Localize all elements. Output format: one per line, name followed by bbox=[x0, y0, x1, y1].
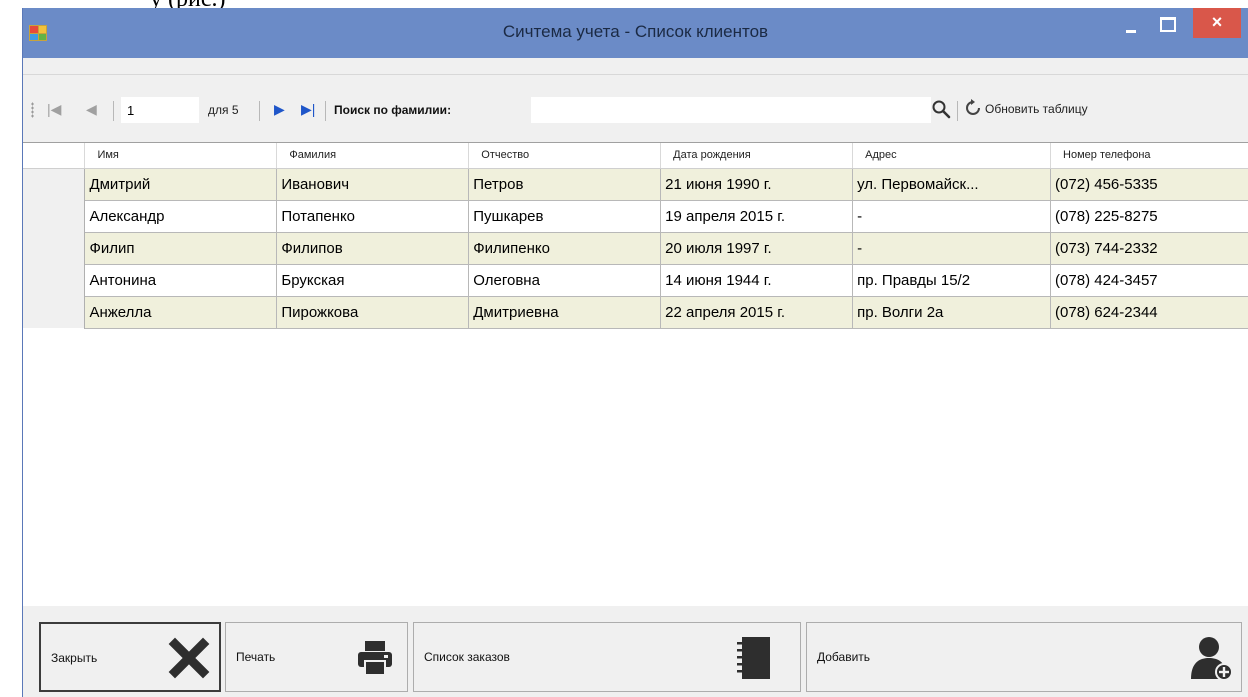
move-next-icon[interactable]: ▶ bbox=[274, 99, 285, 119]
table-cell[interactable]: - bbox=[852, 199, 1052, 233]
add-button[interactable]: Добавить bbox=[806, 622, 1242, 692]
close-button[interactable]: Закрыть bbox=[39, 622, 221, 692]
move-last-icon[interactable]: ▶| bbox=[301, 99, 315, 119]
table-cell[interactable]: (073) 744-2332 bbox=[1050, 231, 1248, 265]
close-x-icon bbox=[168, 637, 210, 679]
table-cell[interactable]: Антонина bbox=[84, 263, 278, 297]
toolbar-grip[interactable] bbox=[31, 102, 34, 118]
table-cell[interactable]: Александр bbox=[84, 199, 278, 233]
table-row[interactable]: Анжелла Пирожкова Дмитриевна 22 апреля 2… bbox=[23, 295, 1248, 329]
separator bbox=[113, 101, 114, 121]
table-cell[interactable]: Дмитриевна bbox=[468, 295, 662, 329]
table-cell[interactable]: Филипов bbox=[276, 231, 470, 265]
clients-table: Имя Фамилия Отчество Дата рождения Адрес… bbox=[23, 143, 1248, 329]
header-row: Имя Фамилия Отчество Дата рождения Адрес… bbox=[23, 143, 1248, 169]
separator bbox=[259, 101, 260, 121]
table-cell[interactable]: Дмитрий bbox=[84, 167, 278, 201]
table-cell[interactable]: 20 июля 1997 г. bbox=[660, 231, 854, 265]
position-input[interactable] bbox=[121, 97, 199, 123]
close-window-button[interactable]: × bbox=[1193, 8, 1241, 38]
column-header[interactable]: Номер телефона bbox=[1050, 143, 1248, 169]
add-button-label: Добавить bbox=[817, 650, 871, 664]
notebook-icon bbox=[737, 637, 770, 679]
table-row[interactable]: Филип Филипов Филипенко 20 июля 1997 г. … bbox=[23, 231, 1248, 265]
refresh-label: Обновить таблицу bbox=[985, 102, 1088, 116]
table-cell[interactable]: 21 июня 1990 г. bbox=[660, 167, 854, 201]
table-cell[interactable]: - bbox=[852, 231, 1052, 265]
row-header[interactable] bbox=[23, 168, 86, 200]
maximize-button[interactable] bbox=[1153, 8, 1183, 40]
table-cell[interactable]: Пирожкова bbox=[276, 295, 470, 329]
table-cell[interactable]: пр. Волги 2а bbox=[852, 295, 1052, 329]
column-header[interactable]: Адрес bbox=[852, 143, 1052, 169]
move-first-icon[interactable]: |◀ bbox=[47, 99, 61, 119]
orders-button-label: Список заказов bbox=[424, 650, 510, 664]
table-cell[interactable]: Филипенко bbox=[468, 231, 662, 265]
table-cell[interactable]: 14 июня 1944 г. bbox=[660, 263, 854, 297]
table-cell[interactable]: Анжелла bbox=[84, 295, 278, 329]
title-bar: Сичтема учета - Список клиентов × bbox=[23, 8, 1248, 58]
table-cell[interactable]: Филип bbox=[84, 231, 278, 265]
row-header[interactable] bbox=[23, 200, 86, 232]
window-title: Сичтема учета - Список клиентов bbox=[502, 22, 769, 41]
print-button-label: Печать bbox=[236, 650, 276, 664]
move-previous-icon[interactable]: ◀ bbox=[86, 99, 97, 119]
separator bbox=[325, 101, 326, 121]
table-cell[interactable]: (072) 456-5335 bbox=[1050, 167, 1248, 201]
table-cell[interactable]: Олеговна bbox=[468, 263, 662, 297]
table-row[interactable]: Антонина Брукская Олеговна 14 июня 1944 … bbox=[23, 263, 1248, 297]
refresh-icon bbox=[966, 99, 980, 115]
column-header[interactable]: Дата рождения bbox=[660, 143, 854, 169]
table-cell[interactable]: Петров bbox=[468, 167, 662, 201]
column-header[interactable]: Отчество bbox=[468, 143, 662, 169]
table-cell[interactable]: Иванович bbox=[276, 167, 470, 201]
table-row[interactable]: Дмитрий Иванович Петров 21 июня 1990 г. … bbox=[23, 167, 1248, 201]
action-bar: Закрыть Печать Список заказов Добавить bbox=[23, 606, 1248, 697]
table-cell[interactable]: Брукская bbox=[276, 263, 470, 297]
table-row[interactable]: Александр Потапенко Пушкарев 19 апреля 2… bbox=[23, 199, 1248, 233]
refresh-table-button[interactable]: Обновить таблицу bbox=[964, 97, 1144, 121]
add-user-icon bbox=[1191, 637, 1233, 681]
close-button-label: Закрыть bbox=[51, 651, 98, 665]
table-cell[interactable]: Потапенко bbox=[276, 199, 470, 233]
table-cell[interactable]: 19 апреля 2015 г. bbox=[660, 199, 854, 233]
print-button[interactable]: Печать bbox=[225, 622, 408, 692]
table-cell[interactable]: ул. Первомайск... bbox=[852, 167, 1052, 201]
row-header[interactable] bbox=[23, 232, 86, 264]
minimize-button[interactable] bbox=[1116, 8, 1146, 40]
table-cell[interactable]: 22 апреля 2015 г. bbox=[660, 295, 854, 329]
app-window: Сичтема учета - Список клиентов × |◀ ◀ д… bbox=[22, 8, 1248, 697]
binding-navigator: |◀ ◀ для 5 ▶ ▶| Поиск по фамилии: Обнови… bbox=[23, 74, 1248, 130]
separator bbox=[957, 101, 958, 121]
column-header[interactable]: Имя bbox=[84, 143, 278, 169]
row-header-corner[interactable] bbox=[23, 143, 86, 169]
clients-grid[interactable]: Имя Фамилия Отчество Дата рождения Адрес… bbox=[23, 142, 1248, 606]
table-cell[interactable]: (078) 225-8275 bbox=[1050, 199, 1248, 233]
search-icon[interactable] bbox=[931, 99, 951, 119]
count-label: для 5 bbox=[208, 103, 239, 117]
search-input[interactable] bbox=[531, 97, 931, 123]
row-header[interactable] bbox=[23, 296, 86, 328]
orders-list-button[interactable]: Список заказов bbox=[413, 622, 801, 692]
search-label: Поиск по фамилии: bbox=[334, 103, 452, 117]
table-cell[interactable]: Пушкарев bbox=[468, 199, 662, 233]
column-header[interactable]: Фамилия bbox=[276, 143, 470, 169]
row-header[interactable] bbox=[23, 264, 86, 296]
table-cell[interactable]: пр. Правды 15/2 bbox=[852, 263, 1052, 297]
table-cell[interactable]: (078) 424-3457 bbox=[1050, 263, 1248, 297]
table-cell[interactable]: (078) 624-2344 bbox=[1050, 295, 1248, 329]
printer-icon bbox=[358, 641, 392, 676]
document-text-fragment: у (рис.) bbox=[0, 0, 1248, 8]
